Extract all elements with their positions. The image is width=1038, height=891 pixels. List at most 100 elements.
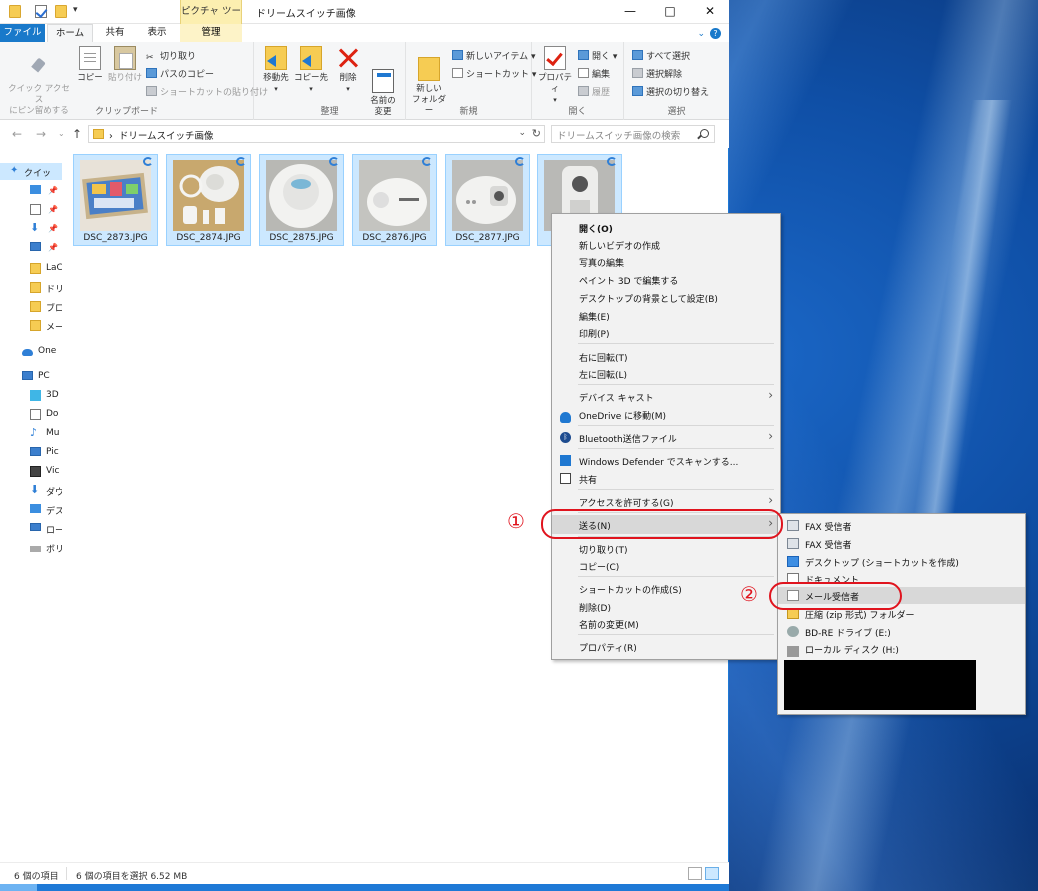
menu-item-set-background[interactable]: デスクトップの背景として設定(B) [552, 289, 780, 306]
nav-item-volume[interactable]: ボリ [0, 539, 62, 556]
nav-item-downloads[interactable]: ⬇ ダウ [0, 482, 62, 499]
delete-button[interactable]: 削除 ▾ [334, 46, 362, 95]
nav-item-folder[interactable]: ブロ [0, 298, 62, 315]
menu-separator [578, 448, 774, 449]
back-arrow-icon[interactable]: ← [12, 127, 22, 141]
refresh-icon[interactable]: ↻ [532, 127, 541, 140]
menu-item-give-access[interactable]: アクセスを許可する(G) › [552, 493, 780, 510]
help-icon[interactable]: ? [710, 28, 721, 39]
details-view-button[interactable] [688, 867, 702, 880]
file-thumbnail[interactable]: DSC_2874.JPG [166, 154, 251, 246]
send-to-fax[interactable]: FAX 受信者 [778, 517, 1025, 534]
file-thumbnail[interactable]: DSC_2877.JPG [445, 154, 530, 246]
paste-shortcut-button[interactable]: ショートカットの貼り付け [146, 85, 268, 98]
file-thumbnail[interactable]: DSC_2873.JPG [73, 154, 158, 246]
menu-item-copy[interactable]: コピー(C) [552, 557, 780, 574]
menu-item-cast-to-device[interactable]: デバイス キャスト › [552, 388, 780, 405]
nav-item-local-disk[interactable]: ロー [0, 520, 62, 537]
properties-button[interactable]: プロパティ ▾ [537, 46, 573, 106]
menu-item-properties[interactable]: プロパティ(R) [552, 638, 780, 655]
nav-item-pictures[interactable]: Pic [0, 444, 62, 461]
address-path[interactable]: › ドリームスイッチ画像 [109, 128, 214, 142]
menu-item-share[interactable]: 共有 [552, 470, 780, 487]
menu-item-edit[interactable]: 編集(E) [552, 307, 780, 324]
quick-access-dropdown-icon[interactable]: ▾ [73, 5, 78, 15]
select-none-button[interactable]: 選択解除 [632, 67, 682, 80]
select-none-icon [632, 68, 643, 78]
address-dropdown-icon[interactable]: ⌄ [518, 128, 526, 138]
send-to-desktop[interactable]: デスクトップ (ショートカットを作成) [778, 553, 1025, 570]
nav-label: 3D [46, 390, 59, 400]
tab-share[interactable]: 共有 [96, 24, 134, 42]
nav-item-pc[interactable]: PC [0, 368, 62, 385]
copy-to-button[interactable]: コピー先 ▾ [294, 46, 328, 95]
file-thumbnail[interactable]: DSC_2876.JPG [352, 154, 437, 246]
address-box[interactable]: › ドリームスイッチ画像 ⌄ ↻ [88, 125, 545, 143]
expand-ribbon-icon[interactable]: ⌄ [697, 29, 705, 39]
submenu-item-label: FAX 受信者 [805, 541, 852, 551]
new-folder-quick-access-icon[interactable] [55, 5, 67, 18]
nav-item-onedrive[interactable]: One [0, 343, 62, 360]
ribbon-tabs: ファイル ホーム 共有 表示 管理 ⌄? [0, 24, 729, 42]
menu-item-cut[interactable]: 切り取り(T) [552, 540, 780, 557]
nav-item-documents[interactable]: Do [0, 406, 62, 423]
large-icons-view-button[interactable] [705, 867, 719, 880]
menu-item-open[interactable]: 開く(O) [552, 219, 780, 236]
nav-item-folder[interactable]: LaC [0, 260, 62, 277]
up-arrow-icon[interactable]: ↑ [72, 127, 82, 141]
close-button[interactable]: ✕ [690, 0, 730, 24]
edit-button[interactable]: 編集 [578, 67, 610, 80]
invert-selection-button[interactable]: 選択の切り替え [632, 85, 709, 98]
menu-item-bluetooth[interactable]: ᛒ Bluetooth送信ファイル › [552, 429, 780, 446]
nav-item-desktop[interactable]: デス [0, 501, 62, 518]
pin-icon [28, 57, 50, 81]
tab-manage[interactable]: 管理 [180, 24, 242, 42]
maximize-button[interactable]: □ [650, 0, 690, 24]
copy-path-button[interactable]: パスのコピー [146, 67, 214, 80]
properties-quick-access-icon[interactable] [35, 5, 47, 18]
cut-button[interactable]: ✂ 切り取り [146, 49, 196, 63]
tab-home[interactable]: ホーム [47, 24, 93, 42]
nav-item-folder[interactable]: メー [0, 317, 62, 334]
easy-access-button[interactable]: ショートカット ▾ [452, 67, 536, 80]
tab-view[interactable]: 表示 [138, 24, 176, 42]
menu-item-create-video[interactable]: 新しいビデオの作成 [552, 236, 780, 253]
menu-item-defender-scan[interactable]: Windows Defender でスキャンする... [552, 452, 780, 469]
menu-item-edit-paint3d[interactable]: ペイント 3D で編集する [552, 271, 780, 288]
nav-item-3d-objects[interactable]: 3D [0, 387, 62, 404]
recent-locations-icon[interactable]: ⌄ [58, 129, 65, 138]
select-all-button[interactable]: すべて選択 [632, 49, 690, 62]
move-to-button[interactable]: 移動先 ▾ [259, 46, 293, 95]
forward-arrow-icon[interactable]: → [36, 127, 46, 141]
menu-item-rename[interactable]: 名前の変更(M) [552, 615, 780, 632]
move-to-label: 移動先 [263, 73, 289, 83]
paste-button[interactable]: 貼り付け [107, 46, 143, 84]
nav-item-quick-access[interactable]: ✦ クイッ [0, 163, 62, 180]
menu-item-label: 写真の編集 [579, 259, 625, 269]
send-to-local-disk[interactable]: ローカル ディスク (H:) [778, 640, 1025, 657]
menu-item-print[interactable]: 印刷(P) [552, 324, 780, 341]
send-to-bd-drive[interactable]: BD-RE ドライブ (E:) [778, 623, 1025, 640]
nav-item-music[interactable]: ♪ Mu [0, 425, 62, 442]
menu-item-rotate-right[interactable]: 右に回転(T) [552, 348, 780, 365]
menu-item-edit-photo[interactable]: 写真の編集 [552, 253, 780, 270]
search-input[interactable]: ドリームスイッチ画像の検索 [551, 125, 715, 143]
copy-button[interactable]: コピー [76, 46, 104, 84]
history-button[interactable]: 履歴 [578, 85, 610, 98]
nav-item-folder[interactable]: ドリ [0, 279, 62, 296]
status-bar: 6 個の項目 6 個の項目を選択 6.52 MB [0, 862, 729, 884]
nav-item-documents[interactable]: 📌 [0, 201, 62, 218]
tab-file[interactable]: ファイル [0, 24, 45, 42]
nav-item-videos[interactable]: Vic [0, 463, 62, 480]
menu-item-rotate-left[interactable]: 左に回転(L) [552, 365, 780, 382]
nav-item-downloads[interactable]: ⬇ 📌 [0, 220, 62, 237]
nav-item-desktop[interactable]: 📌 [0, 182, 62, 199]
menu-item-move-to-onedrive[interactable]: OneDrive に移動(M) [552, 406, 780, 423]
minimize-button[interactable]: — [610, 0, 650, 24]
submenu-item-label: デスクトップ (ショートカットを作成) [805, 559, 959, 569]
file-thumbnail[interactable]: DSC_2875.JPG [259, 154, 344, 246]
nav-item-pictures[interactable]: 📌 [0, 239, 62, 256]
send-to-fax[interactable]: FAX 受信者 [778, 535, 1025, 552]
new-item-button[interactable]: 新しいアイテム ▾ [452, 49, 535, 62]
open-button[interactable]: 開く ▾ [578, 49, 617, 62]
